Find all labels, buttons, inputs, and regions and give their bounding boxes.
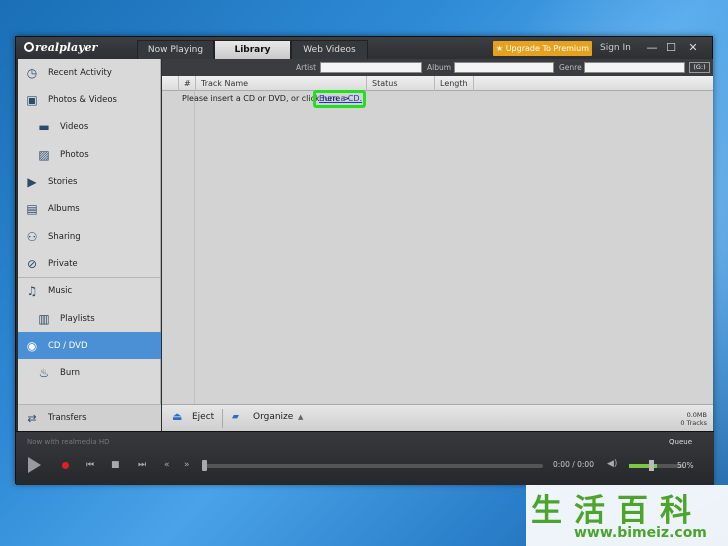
realmedia-hd-badge: Now with realmedia HD <box>27 438 110 446</box>
column-length[interactable]: Length <box>434 76 474 91</box>
disc-size: 0.0MB <box>686 411 707 419</box>
speaker-icon[interactable]: ◀) <box>607 459 617 469</box>
transfers-icon: ⇄ <box>27 411 37 425</box>
next-icon[interactable]: ⏭ <box>138 460 146 470</box>
sidebar-item-transfers[interactable]: ⇄ Transfers <box>18 404 161 431</box>
watermark-chinese: 生活百科 <box>531 493 703 529</box>
eject-button[interactable]: Eject <box>192 412 214 422</box>
queue-button[interactable]: Queue <box>669 438 692 446</box>
sidebar-item-music[interactable]: ♫ Music <box>18 277 161 304</box>
upgrade-premium-button[interactable]: ★ Upgrade To Premium <box>493 41 592 56</box>
photo-icon: ▨ <box>38 147 50 162</box>
minimize-icon[interactable]: — <box>645 41 659 55</box>
genre-filter-input[interactable] <box>584 62 685 73</box>
sidebar-item-burn[interactable]: ♨ Burn <box>18 359 161 386</box>
burn-cd-link-highlight[interactable]: Burn a CD. <box>313 90 366 108</box>
realplayer-window: realplayer Now Playing Library Web Video… <box>15 36 714 485</box>
library-content: Artist Album Genre (G:) # Track Name Sta… <box>162 59 713 404</box>
album-icon: ▤ <box>26 201 38 216</box>
eye-slash-icon: ⊘ <box>26 256 38 271</box>
burn-cd-link[interactable]: Burn a CD. <box>319 94 362 103</box>
seek-handle[interactable] <box>202 460 207 471</box>
volume-handle[interactable] <box>649 460 654 471</box>
artist-label: Artist <box>296 63 317 72</box>
sidebar-item-photos-videos[interactable]: ▣ Photos & Videos <box>18 86 161 113</box>
sidebar-item-playlists[interactable]: ▥ Playlists <box>18 305 161 332</box>
track-count: 0 Tracks <box>680 419 707 427</box>
rewind-icon[interactable]: « <box>164 460 170 470</box>
film-icon: ▬ <box>38 119 50 134</box>
column-number[interactable]: # <box>178 76 195 91</box>
filter-bar: Artist Album Genre (G:) <box>162 59 713 76</box>
player-controls: Now with realmedia HD Queue ⏮ ■ ⏭ « » 0:… <box>16 431 714 485</box>
album-filter-input[interactable] <box>454 62 554 73</box>
sign-in-link[interactable]: Sign In <box>600 43 631 53</box>
disc-icon: ◉ <box>26 338 38 353</box>
play-icon[interactable] <box>28 457 41 473</box>
sidebar-item-photos[interactable]: ▨ Photos <box>18 141 161 168</box>
burn-icon: ♨ <box>38 365 50 380</box>
action-bar: ⏏ Eject ▰ Organize ▲ 0.0MB 0 Tracks <box>162 404 713 431</box>
folder-icon: ▰ <box>232 412 239 422</box>
column-track-name[interactable]: Track Name <box>195 76 366 91</box>
sidebar: ◷ Recent Activity ▣ Photos & Videos ▬ Video… <box>18 59 161 431</box>
stop-icon[interactable]: ■ <box>111 460 120 470</box>
watermark: 生活百科 www.bimeiz.com <box>526 485 728 546</box>
watermark-url: www.bimeiz.com <box>574 525 707 541</box>
genre-label: Genre <box>559 63 582 72</box>
artist-filter-input[interactable] <box>320 62 422 73</box>
photos-videos-icon: ▣ <box>26 92 38 107</box>
record-icon[interactable] <box>62 462 69 469</box>
divider <box>222 409 223 428</box>
volume-slider[interactable] <box>629 464 684 468</box>
people-icon: ⚇ <box>26 229 38 244</box>
seek-bar[interactable] <box>204 464 543 468</box>
album-label: Album <box>427 63 452 72</box>
maximize-icon[interactable]: ☐ <box>664 41 678 55</box>
tab-strip: Now Playing Library Web Videos <box>137 40 368 59</box>
music-note-icon: ♫ <box>26 283 38 298</box>
playlist-icon: ▥ <box>38 311 50 326</box>
title-bar: realplayer Now Playing Library Web Video… <box>16 37 712 59</box>
tab-library[interactable]: Library <box>214 40 291 59</box>
sidebar-item-stories[interactable]: ▶ Stories <box>18 168 161 195</box>
sidebar-item-sharing[interactable]: ⚇ Sharing <box>18 223 161 250</box>
track-table-header: # Track Name Status Length <box>162 76 713 91</box>
sidebar-item-videos[interactable]: ▬ Videos <box>18 113 161 140</box>
sidebar-item-private[interactable]: ⊘ Private <box>18 250 161 277</box>
clock-icon: ◷ <box>26 65 38 80</box>
fast-forward-icon[interactable]: » <box>184 460 190 470</box>
sidebar-item-albums[interactable]: ▤ Albums <box>18 195 161 222</box>
organize-dropdown-icon[interactable]: ▲ <box>298 413 303 421</box>
sidebar-item-cd-dvd[interactable]: ◉ CD / DVD <box>18 332 161 359</box>
realplayer-logo: realplayer <box>24 41 97 54</box>
previous-icon[interactable]: ⏮ <box>86 460 94 470</box>
tab-web-videos[interactable]: Web Videos <box>291 40 368 59</box>
volume-percent: 50% <box>677 461 694 470</box>
drive-selector[interactable]: (G:) <box>689 62 710 73</box>
sidebar-item-recent-activity[interactable]: ◷ Recent Activity <box>18 59 161 86</box>
stories-icon: ▶ <box>27 174 37 189</box>
tab-now-playing[interactable]: Now Playing <box>137 40 214 59</box>
column-status[interactable]: Status <box>366 76 434 91</box>
organize-button[interactable]: Organize <box>253 412 293 422</box>
disc-stats: 0.0MB 0 Tracks <box>680 411 707 427</box>
eject-icon: ⏏ <box>172 410 183 423</box>
close-icon[interactable]: ✕ <box>686 41 700 55</box>
time-display: 0:00 / 0:00 <box>553 460 594 469</box>
track-number-gutter <box>162 91 195 404</box>
